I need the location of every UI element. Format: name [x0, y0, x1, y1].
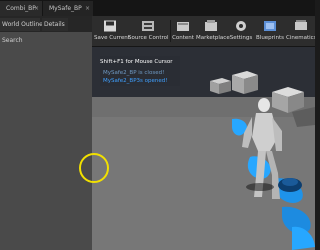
source-control-button[interactable]: Source Control — [128, 18, 169, 45]
blueprints-button[interactable]: Blueprints — [256, 18, 284, 45]
marketplace-icon — [205, 20, 217, 31]
save-icon — [104, 20, 116, 32]
button-label: Blueprints — [256, 35, 284, 41]
left-panel: Search — [0, 32, 92, 250]
content-button[interactable]: Content — [172, 18, 194, 45]
tab-world-outliner[interactable]: World Outliner — [0, 18, 45, 31]
tab-mysafe[interactable]: MySafe_BP × — [43, 1, 93, 16]
button-label: Marketplace — [196, 35, 230, 41]
cinematics-button[interactable]: Cinematics — [286, 18, 315, 45]
search-input[interactable]: Search — [0, 34, 92, 48]
close-icon[interactable]: × — [85, 1, 90, 16]
viewport-messages: Shift+F1 for Mouse Cursor MySafe2_BP is … — [100, 56, 180, 86]
content-icon — [177, 22, 189, 31]
source-control-icon — [142, 21, 154, 31]
tab-details[interactable]: Details — [42, 18, 68, 31]
blueprints-icon — [264, 21, 276, 31]
button-label: Settings — [229, 35, 253, 41]
main-toolbar: Save Current Source Control Content Mark… — [92, 16, 315, 47]
status-message: MySafe2_BP is closed! — [103, 70, 165, 76]
button-label: Cinematics — [286, 35, 315, 41]
settings-icon — [236, 21, 246, 31]
tab-combi[interactable]: Combi_BP × — [0, 1, 42, 16]
mouse-cursor-hint: Shift+F1 for Mouse Cursor — [100, 59, 173, 65]
tab-label: Combi_BP — [6, 5, 36, 12]
tab-empty-area — [96, 1, 315, 16]
left-panel-tabs: World Outliner Details — [0, 16, 92, 32]
button-label: Source Control — [128, 35, 169, 41]
marketplace-button[interactable]: Marketplace — [196, 18, 230, 45]
level-viewport[interactable]: Shift+F1 for Mouse Cursor MySafe2_BP is … — [92, 47, 315, 250]
tab-label: MySafe_BP — [49, 5, 82, 12]
button-label: Content — [172, 35, 194, 41]
button-label: Save Current — [94, 35, 130, 41]
cinematics-icon — [294, 20, 307, 30]
save-current-button[interactable]: Save Current — [94, 18, 130, 45]
cursor-highlight-ring — [79, 153, 109, 183]
close-icon[interactable]: × — [34, 1, 39, 16]
status-message: MySafe2_BP3s opened! — [103, 78, 168, 84]
settings-button[interactable]: Settings — [228, 18, 254, 45]
document-tab-bar: Combi_BP × MySafe_BP × — [0, 0, 315, 17]
